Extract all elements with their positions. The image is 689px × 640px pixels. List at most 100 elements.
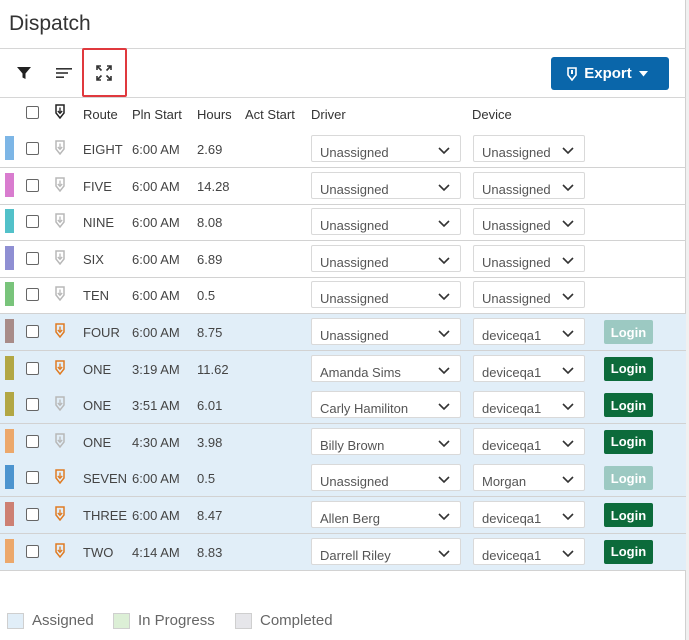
route-color-swatch [5,392,14,417]
row-checkbox[interactable] [26,325,39,338]
login-button[interactable]: Login [604,356,653,381]
legend-swatch-assigned [7,612,24,629]
row-checkbox[interactable] [26,471,39,485]
device-select[interactable]: Unassigned [473,135,585,162]
driver-select-value: Darrell Riley [320,547,391,563]
device-status-header-icon [54,104,66,124]
sort-lines-icon[interactable] [53,62,75,84]
driver-select[interactable]: Billy Brown [311,427,461,455]
device-select[interactable]: Unassigned [473,244,585,272]
table-row[interactable]: TWO 4:14 AM 8.83 Darrell Riley deviceqa1 Logi… [0,533,686,571]
device-select[interactable]: deviceqa1 [473,537,585,565]
export-label: Export [584,65,632,82]
route-cell: SEVEN [83,471,128,487]
fullscreen-highlight-box [82,48,127,97]
route-color-swatch [5,428,14,453]
table-row[interactable]: TEN 6:00 AM 0.5 Unassigned Unassigned [0,277,686,315]
device-select[interactable]: deviceqa1 [473,501,585,528]
chevron-down-icon [562,289,574,304]
device-select[interactable]: Unassigned [473,171,585,199]
legend-swatch-completed [235,612,252,629]
device-status-icon [54,359,66,380]
chevron-down-icon [562,253,574,268]
toolbar-divider [0,97,686,98]
device-select[interactable]: Unassigned [473,208,585,236]
column-header-route[interactable]: Route [83,107,118,122]
login-button[interactable]: Login [604,466,653,491]
driver-select[interactable]: Allen Berg [311,501,461,528]
device-select-value: deviceqa1 [482,437,542,453]
column-header-driver[interactable]: Driver [311,107,346,122]
device-select[interactable]: deviceqa1 [473,318,585,345]
login-button[interactable]: Login [604,320,653,344]
table-row[interactable]: EIGHT 6:00 AM 2.69 Unassigned Unassigned [0,131,686,168]
route-color-swatch [5,465,14,490]
driver-select[interactable]: Unassigned [311,318,461,345]
table-row[interactable]: ONE 4:30 AM 3.98 Billy Brown deviceqa1 Login [0,423,686,461]
driver-select[interactable]: Unassigned [311,171,461,199]
table-row[interactable]: ONE 3:51 AM 6.01 Carly Hamiliton deviceqa1 Lo… [0,387,686,425]
table-row[interactable]: ONE 3:19 AM 11.62 Amanda Sims deviceqa1 Login [0,350,686,388]
chevron-down-icon [438,253,450,268]
table-row[interactable]: THREE 6:00 AM 8.47 Allen Berg deviceqa1 Login [0,497,686,534]
column-header-hours[interactable]: Hours [197,107,232,122]
row-checkbox[interactable] [26,361,39,375]
column-header-device[interactable]: Device [472,107,512,122]
device-select[interactable]: deviceqa1 [473,391,585,419]
driver-select[interactable]: Carly Hamiliton [311,391,461,419]
driver-select[interactable]: Unassigned [311,135,461,162]
device-select-value: Unassigned [482,218,551,234]
row-checkbox[interactable] [26,142,39,155]
row-checkbox[interactable] [26,508,39,521]
select-all-checkbox[interactable] [26,106,39,119]
table-row[interactable]: SIX 6:00 AM 6.89 Unassigned Unassigned [0,241,686,278]
chevron-down-icon [438,216,450,231]
login-button[interactable]: Login [604,503,653,527]
driver-select-value: Unassigned [320,291,389,307]
legend-swatch-in-progress [113,612,130,629]
row-checkbox[interactable] [26,398,39,412]
login-button[interactable]: Login [604,393,653,418]
device-select[interactable]: Morgan [473,464,585,492]
row-checkbox[interactable] [26,544,39,558]
filter-icon[interactable] [13,62,35,84]
column-header-pln-start[interactable]: Pln Start [132,107,182,122]
driver-select[interactable]: Amanda Sims [311,354,461,382]
driver-select[interactable]: Darrell Riley [311,537,461,565]
driver-select[interactable]: Unassigned [311,281,461,309]
table-row[interactable]: FIVE 6:00 AM 14.28 Unassigned Unassigned [0,168,686,205]
row-checkbox[interactable] [26,215,39,229]
chevron-down-icon [562,399,574,414]
route-cell: ONE [83,398,112,414]
row-checkbox[interactable] [26,434,39,448]
login-button[interactable]: Login [604,539,653,564]
driver-select-value: Billy Brown [320,437,385,453]
device-select-value: deviceqa1 [482,328,542,343]
device-select[interactable]: deviceqa1 [473,354,585,382]
pln-start-cell: 6:00 AM [132,251,180,267]
login-button[interactable]: Login [604,429,653,454]
device-select[interactable]: Unassigned [473,281,585,309]
chevron-down-icon [562,180,574,195]
pln-start-cell: 6:00 AM [132,215,180,231]
row-checkbox[interactable] [26,288,39,302]
hours-cell: 0.5 [197,471,216,487]
export-button[interactable]: Export [551,57,669,90]
chevron-down-icon [562,143,574,158]
table-row[interactable]: FOUR 6:00 AM 8.75 Unassigned deviceqa1 Login [0,314,686,351]
row-checkbox[interactable] [26,178,39,192]
driver-select[interactable]: Unassigned [311,208,461,236]
route-color-swatch [5,502,14,526]
device-select[interactable]: deviceqa1 [473,427,585,455]
table-row[interactable]: SEVEN 6:00 AM 0.5 Unassigned Morgan Login [0,460,686,498]
driver-select[interactable]: Unassigned [311,464,461,492]
route-color-swatch [5,355,14,380]
column-header-act-start[interactable]: Act Start [245,107,295,122]
chevron-down-icon [562,363,574,378]
driver-select-value: Allen Berg [320,511,380,526]
row-checkbox[interactable] [26,251,39,265]
driver-select[interactable]: Unassigned [311,244,461,272]
device-status-icon [54,286,66,306]
hours-cell: 14.28 [197,178,230,194]
table-row[interactable]: NINE 6:00 AM 8.08 Unassigned Unassigned [0,204,686,242]
